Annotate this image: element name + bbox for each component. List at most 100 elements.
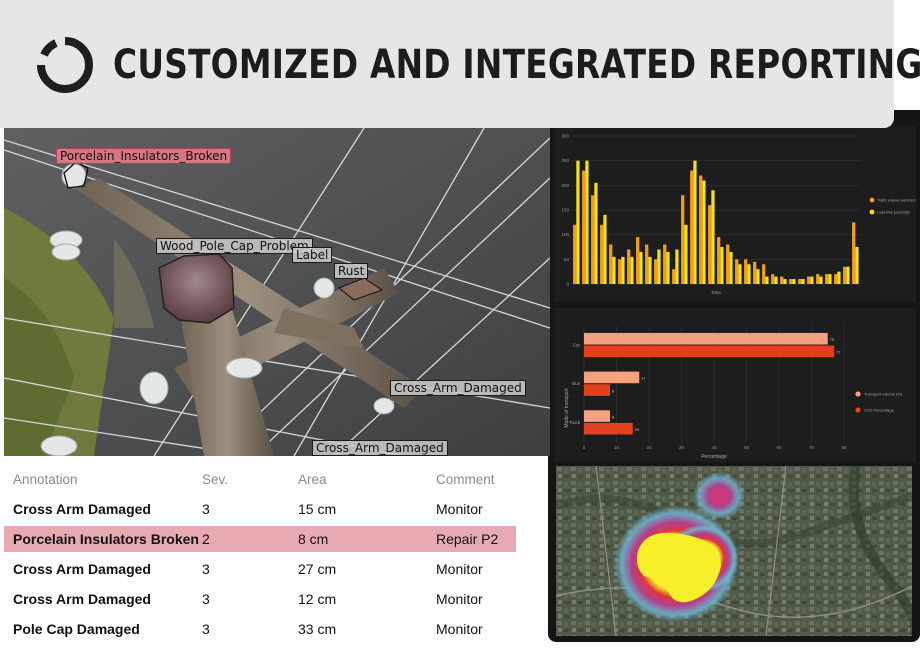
- table-row[interactable]: Pole Cap Damaged 3 33 cm Monitor: [4, 616, 516, 642]
- chart-bar: [765, 276, 769, 284]
- chart-bar: [753, 261, 757, 284]
- chart-bar: [828, 274, 832, 284]
- chart-bar: [609, 244, 613, 284]
- annotation-label[interactable]: Label: [292, 247, 333, 263]
- data-label: 17: [641, 377, 645, 381]
- x-tick-label: 70: [809, 445, 815, 450]
- chart-bar: [717, 237, 721, 284]
- legend-label: Load time (seconds): [877, 211, 910, 215]
- pole-photo-svg: [4, 128, 550, 456]
- data-label: 75: [830, 338, 834, 342]
- chart-bar: [585, 160, 589, 284]
- chart-bar: [762, 264, 766, 284]
- chart-bar: [584, 345, 835, 358]
- chart-bar: [771, 274, 775, 284]
- table-row[interactable]: Cross Arm Damaged 3 27 cm Monitor: [4, 556, 516, 582]
- annotation-cell: Cross Arm Damaged: [13, 591, 151, 607]
- x-tick-label: 10: [614, 445, 620, 450]
- comment-cell: Monitor: [436, 561, 483, 577]
- table-row[interactable]: Cross Arm Damaged 3 12 cm Monitor: [4, 586, 516, 612]
- y-axis-label: Mode of transport: [564, 388, 570, 428]
- area-cell: 8 cm: [298, 531, 329, 547]
- legend-marker: [855, 407, 861, 413]
- table-row[interactable]: Cross Arm Damaged 3 15 cm Monitor: [4, 496, 516, 522]
- chart-bar: [618, 259, 622, 284]
- chart-bar: [843, 266, 847, 284]
- chart-bar: [612, 256, 616, 284]
- chart-bar: [699, 175, 703, 284]
- chart-bar: [852, 222, 856, 284]
- column-header-annotation[interactable]: Annotation: [4, 472, 202, 487]
- x-axis-label: Time: [711, 290, 721, 295]
- category-label: Bus: [572, 381, 581, 386]
- chart-bar: [648, 256, 652, 284]
- annotation-label[interactable]: Porcelain_Insulators_Broken: [56, 148, 232, 164]
- column-header-comment[interactable]: Comment: [436, 472, 516, 487]
- table-row-highlighted[interactable]: Porcelain Insulators Broken 2 8 cm Repai…: [4, 526, 516, 552]
- legend-marker: [869, 197, 875, 203]
- chart-bar: [744, 259, 748, 284]
- chart-bar: [789, 279, 793, 284]
- annotation-cell: Cross Arm Damaged: [13, 561, 151, 577]
- chart-bar: [792, 279, 796, 284]
- y-tick-label: 0: [566, 282, 569, 287]
- comment-cell: Monitor: [436, 621, 483, 637]
- chart-bar: [584, 384, 610, 396]
- y-tick-label: 150: [561, 208, 569, 213]
- chart-bar: [627, 249, 631, 284]
- chart-bar: [774, 276, 778, 284]
- chart-bar: [855, 247, 859, 284]
- chart-bar: [801, 279, 805, 284]
- heatmap-svg: [556, 466, 912, 636]
- area-cell: 27 cm: [298, 561, 337, 577]
- chart-bar: [819, 276, 823, 284]
- column-header-area[interactable]: Area: [298, 472, 436, 487]
- heatmap-satellite-map[interactable]: [556, 466, 912, 636]
- annotation-label[interactable]: Wood_Pole_Cap_Problem: [156, 238, 313, 254]
- data-label: 15: [635, 428, 639, 432]
- annotation-cell: Pole Cap Damaged: [13, 621, 140, 637]
- chart-bar: [576, 160, 580, 284]
- traffic-bar-chart: 300 250 200 150 100 50 0 Time Traffic volume (…: [554, 126, 916, 302]
- chart-bar: [711, 190, 715, 284]
- severity-cell: 2: [202, 531, 210, 547]
- y-tick-label: 250: [561, 158, 569, 163]
- transport-bar-chart-svg: 75 77 17 8 8 15 Car Bus Truck 0 10 20 30 40 50 60 70 80…: [564, 326, 903, 460]
- chart-bar: [582, 170, 586, 284]
- chart-bar: [690, 170, 694, 284]
- column-header-severity[interactable]: Sev.: [202, 472, 298, 487]
- area-cell: 12 cm: [298, 591, 337, 607]
- category-label: Truck: [569, 420, 581, 425]
- chart-bar: [807, 276, 811, 284]
- category-label: Car: [573, 343, 581, 348]
- severity-cell: 3: [202, 621, 210, 637]
- page-title: CUSTOMIZED AND INTEGRATED REPORTING: [113, 42, 920, 88]
- x-tick-label: 20: [646, 445, 652, 450]
- chart-bar: [603, 214, 607, 284]
- drone-inspection-photo[interactable]: Porcelain_Insulators_Broken Wood_Pole_Ca…: [4, 128, 550, 456]
- annotation-label[interactable]: Cross_Arm_Damaged: [390, 380, 526, 396]
- ring-logo-icon: [37, 37, 93, 93]
- chart-bar: [738, 264, 742, 284]
- chart-bar: [675, 249, 679, 284]
- chart-bar: [672, 269, 676, 284]
- chart-bar: [584, 371, 640, 384]
- chart-bar: [837, 271, 841, 284]
- x-tick-label: 50: [744, 445, 750, 450]
- chart-bar: [591, 195, 595, 284]
- chart-bar: [810, 276, 814, 284]
- chart-bar: [783, 279, 787, 284]
- annotation-cell: Cross Arm Damaged: [13, 501, 151, 517]
- annotation-label[interactable]: Cross_Arm_Damaged: [312, 440, 448, 456]
- chart-bar: [693, 160, 697, 284]
- chart-bar: [798, 279, 802, 284]
- comment-cell: Monitor: [436, 591, 483, 607]
- annotation-cell: Porcelain Insulators Broken: [13, 531, 199, 547]
- chart-bar: [720, 247, 724, 284]
- x-tick-label: 40: [711, 445, 717, 450]
- x-tick-label: 0: [583, 445, 586, 450]
- annotation-label[interactable]: Rust: [334, 263, 369, 279]
- chart-bar: [636, 237, 640, 284]
- legend-label: CO2 Percentage: [864, 408, 895, 413]
- chart-bar: [756, 269, 760, 284]
